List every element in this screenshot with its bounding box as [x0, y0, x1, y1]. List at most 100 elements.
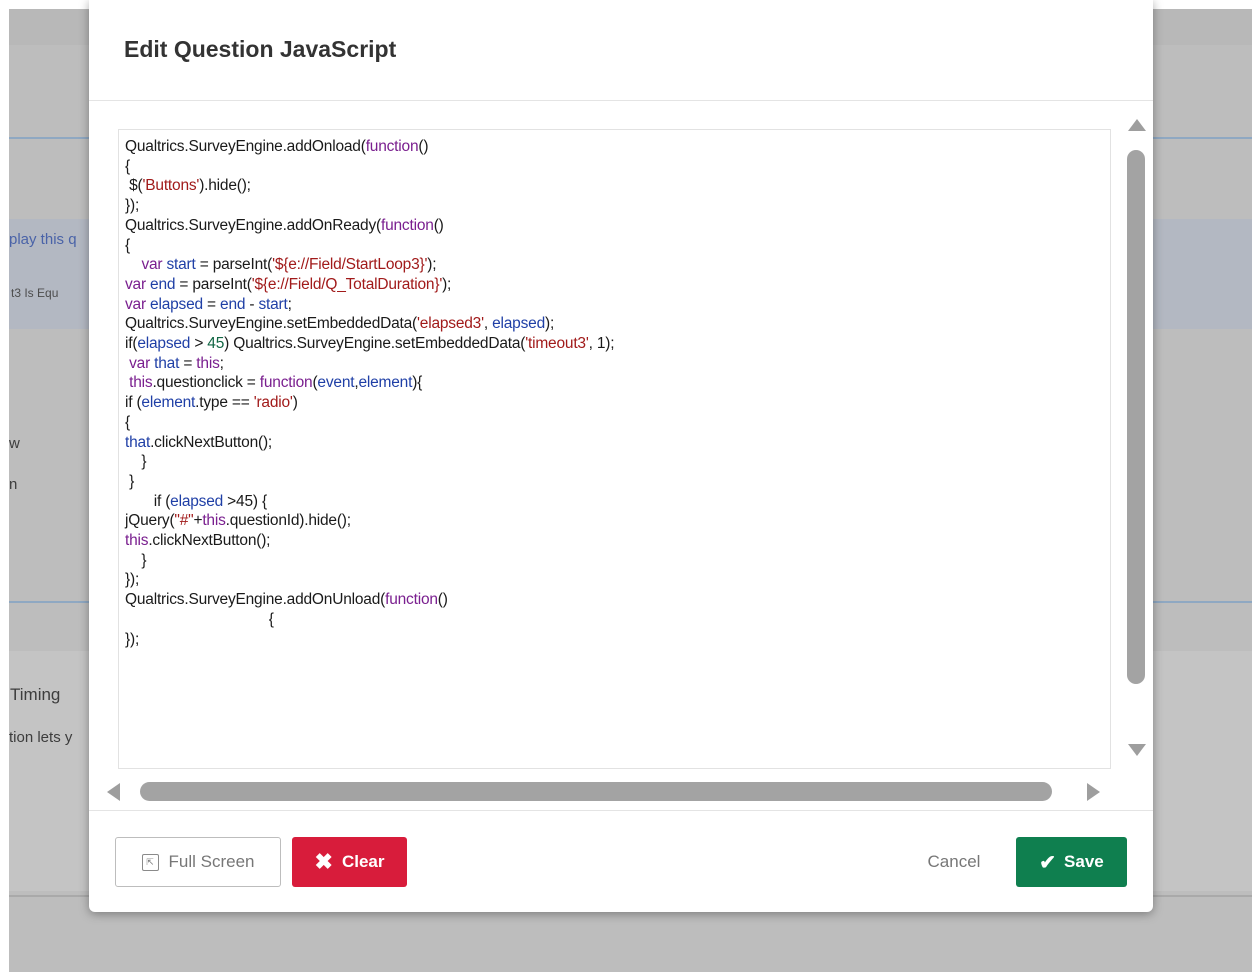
code-token: Qualtrics.SurveyEngine.addOnload(: [125, 138, 366, 155]
code-token: .type ==: [195, 394, 254, 412]
code-token: });: [125, 197, 140, 215]
code-token: .clickNextButton();: [150, 433, 273, 451]
code-line[interactable]: });: [125, 196, 139, 216]
scroll-down-arrow-icon[interactable]: [1128, 744, 1146, 756]
code-line[interactable]: }: [125, 551, 146, 571]
code-token: "#": [174, 512, 194, 530]
code-token: start: [166, 256, 196, 274]
code-line[interactable]: });: [125, 630, 139, 650]
scroll-right-arrow-icon[interactable]: [1087, 783, 1100, 801]
full-screen-button[interactable]: ⇱ Full Screen: [115, 837, 281, 887]
save-button[interactable]: ✔ Save: [1016, 837, 1127, 887]
code-line[interactable]: Qualtrics.SurveyEngine.setEmbeddedData('…: [125, 314, 554, 334]
code-line[interactable]: {: [125, 610, 274, 630]
code-token: event: [317, 374, 355, 392]
code-token: );: [545, 315, 555, 333]
code-token: Qualtrics.SurveyEngine.addOnUnload(: [125, 591, 386, 609]
code-line[interactable]: {: [125, 236, 130, 256]
code-token: ).hide();: [199, 177, 251, 195]
scroll-left-arrow-icon[interactable]: [107, 783, 120, 801]
code-token: if(: [125, 335, 138, 352]
code-token: (): [418, 138, 429, 155]
code-line[interactable]: var start = parseInt('${e://Field/StartL…: [125, 255, 436, 275]
code-token: Qualtrics.SurveyEngine.addOnReady(: [125, 216, 381, 234]
clear-button[interactable]: ✖ Clear: [292, 837, 407, 887]
code-line[interactable]: var end = parseInt('${e://Field/Q_TotalD…: [125, 275, 451, 295]
background-timing-description: tion lets y: [9, 729, 73, 746]
code-line[interactable]: {: [125, 157, 130, 177]
code-token: start: [258, 295, 288, 313]
code-token: this: [125, 532, 149, 549]
code-line[interactable]: that.clickNextButton();: [125, 433, 272, 453]
code-line[interactable]: {: [125, 413, 130, 433]
code-token: 'elapsed3': [417, 315, 484, 333]
code-token: 'Buttons': [142, 177, 200, 195]
code-line[interactable]: jQuery("#"+this.questionId).hide();: [125, 511, 351, 531]
code-token: '${e://Field/StartLoop3}': [272, 256, 428, 274]
code-token: });: [125, 630, 140, 648]
code-token: -: [245, 295, 259, 313]
background-condition-text: t3 Is Equ: [11, 286, 59, 300]
code-line[interactable]: this.questionclick = function(event,elem…: [125, 373, 422, 393]
code-token: var: [129, 354, 151, 372]
code-token: 'timeout3': [525, 335, 589, 352]
code-token: >: [190, 335, 208, 352]
code-token: function: [385, 591, 438, 609]
expand-icon: ⇱: [141, 853, 159, 871]
code-token: = parseInt(: [195, 256, 273, 274]
code-token: that: [125, 433, 151, 451]
modal-title: Edit Question JavaScript: [124, 36, 397, 62]
code-line[interactable]: var elapsed = end - start;: [125, 295, 292, 315]
code-line[interactable]: Qualtrics.SurveyEngine.addOnUnload(funct…: [125, 590, 448, 610]
code-token: end: [150, 275, 176, 293]
horizontal-scrollbar-thumb[interactable]: [140, 782, 1052, 801]
code-token: $(: [125, 177, 143, 195]
code-token: }: [125, 551, 147, 569]
code-token: , 1);: [588, 335, 615, 352]
code-token: function: [259, 374, 313, 392]
code-token: ;: [287, 295, 292, 313]
code-token: element: [358, 374, 413, 392]
cancel-button[interactable]: Cancel: [913, 837, 995, 887]
code-token: +: [193, 512, 203, 530]
code-line[interactable]: $('Buttons').hide();: [125, 176, 251, 196]
code-token: (): [437, 591, 448, 609]
code-line[interactable]: if (elapsed >45) {: [125, 492, 267, 512]
code-line[interactable]: if (element.type == 'radio'): [125, 393, 298, 413]
code-token: ) Qualtrics.SurveyEngine.setEmbeddedData…: [224, 335, 526, 352]
code-token: this: [129, 374, 153, 392]
code-token: this: [196, 354, 220, 372]
code-line[interactable]: }: [125, 472, 134, 492]
code-line[interactable]: Qualtrics.SurveyEngine.addOnReady(functi…: [125, 216, 444, 236]
vertical-scrollbar-thumb[interactable]: [1127, 150, 1145, 684]
code-token: end: [220, 295, 246, 313]
code-token: .clickNextButton();: [148, 532, 271, 549]
code-token: ,: [483, 315, 493, 333]
code-token: {: [125, 413, 130, 431]
code-token: });: [125, 571, 140, 589]
background-display-logic-text: play this q: [9, 231, 77, 248]
code-line[interactable]: }: [125, 452, 146, 472]
code-token: that: [154, 354, 180, 372]
code-line[interactable]: if(elapsed > 45) Qualtrics.SurveyEngine.…: [125, 334, 615, 354]
code-token: function: [365, 138, 419, 155]
code-token: var: [125, 275, 146, 293]
code-token: var: [141, 256, 163, 274]
code-token: );: [442, 275, 452, 293]
code-token: =: [202, 295, 221, 313]
code-token: function: [380, 216, 434, 234]
code-line[interactable]: this.clickNextButton();: [125, 531, 270, 551]
code-token: this: [202, 512, 226, 530]
code-line[interactable]: });: [125, 570, 139, 590]
background-timing-title: Timing: [10, 685, 61, 704]
code-token: =: [179, 354, 197, 372]
code-token: 'radio': [253, 394, 293, 412]
code-line[interactable]: Qualtrics.SurveyEngine.addOnload(functio…: [125, 137, 429, 157]
code-editor[interactable]: Qualtrics.SurveyEngine.addOnload(functio…: [118, 129, 1111, 769]
scroll-up-arrow-icon[interactable]: [1128, 119, 1146, 131]
code-token: jQuery(: [125, 512, 175, 530]
save-label: Save: [1064, 852, 1104, 871]
code-line[interactable]: var that = this;: [125, 354, 224, 374]
background-text-fragment: w: [9, 435, 20, 452]
code-token: '${e://Field/Q_TotalDuration}': [251, 275, 443, 293]
